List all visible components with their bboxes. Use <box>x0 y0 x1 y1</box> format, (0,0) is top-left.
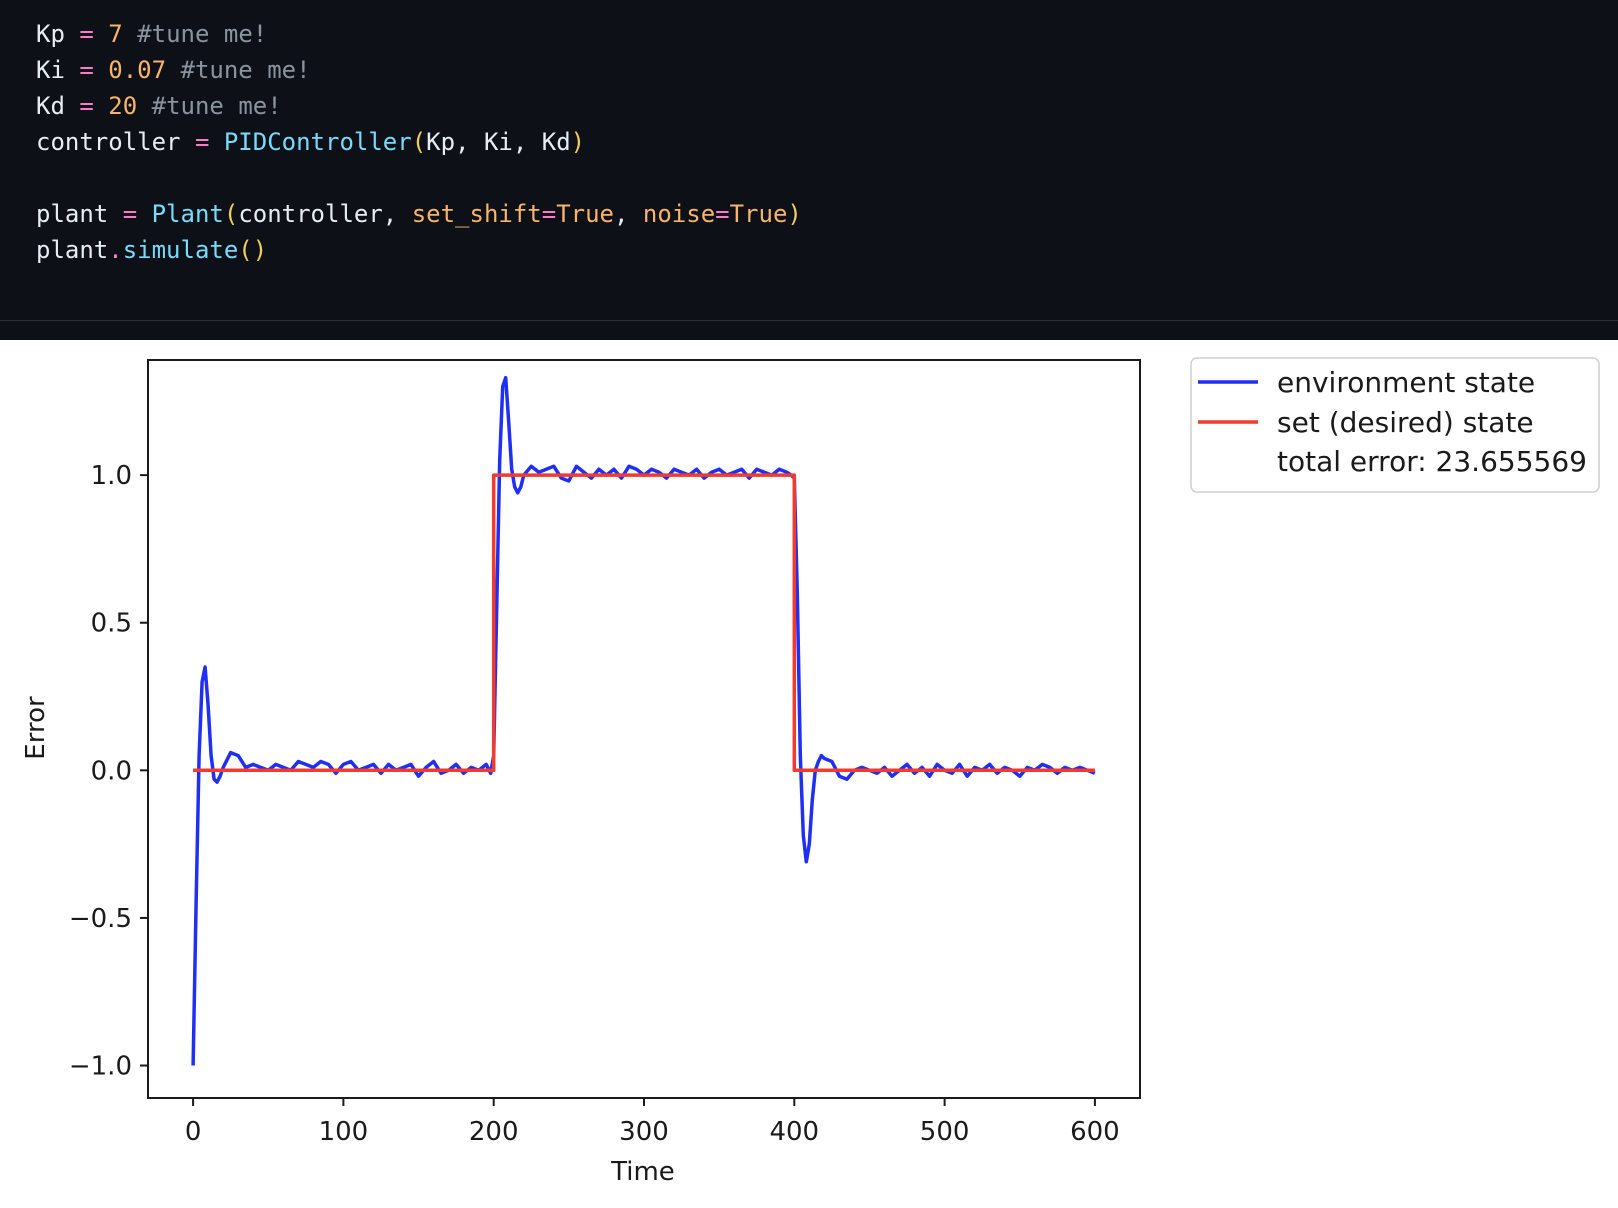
output-cell: 0 100 200 300 400 500 600 −1.0 −0.5 0.0 0.5 1.0 Ti… <box>0 340 1618 1208</box>
code-token: controller, <box>238 200 412 228</box>
code-block[interactable]: Kp = 7 #tune me! Ki = 0.07 #tune me! Kd = … <box>36 16 802 268</box>
code-token: = <box>64 20 109 48</box>
y-axis: −1.0 −0.5 0.0 0.5 1.0 <box>69 461 148 1082</box>
code-token: plant <box>36 200 109 228</box>
y-tick-label: 1.0 <box>91 461 132 491</box>
code-token: 20 <box>108 92 138 120</box>
code-token: ) <box>787 200 802 228</box>
plot: 0 100 200 300 400 500 600 −1.0 −0.5 0.0 0.5 1.0 Ti… <box>21 357 1600 1187</box>
code-token: = <box>541 200 557 228</box>
legend: environment state set (desired) state to… <box>1190 357 1600 493</box>
y-axis-title: Error <box>21 696 51 760</box>
x-tick-label: 200 <box>469 1117 519 1147</box>
code-line: plant.simulate() <box>36 232 802 268</box>
x-tick-label: 100 <box>319 1117 369 1147</box>
code-token: noise <box>642 200 716 228</box>
x-tick-label: 300 <box>619 1117 669 1147</box>
code-token: Kp <box>36 20 65 48</box>
code-token: simulate <box>122 236 239 264</box>
code-token: Kd <box>36 92 65 120</box>
code-token: #tune me! <box>122 20 268 48</box>
code-line: Kp = 7 #tune me! <box>36 16 802 52</box>
code-line: controller = PIDController(Kp, Ki, Kd) <box>36 124 802 160</box>
code-token: . <box>108 236 123 264</box>
y-tick-label: 0.5 <box>91 609 132 639</box>
code-token: 7 <box>108 20 123 48</box>
legend-total-error: total error: 23.655569 <box>1277 445 1587 478</box>
plot-area <box>147 359 1141 1099</box>
x-tick-label: 500 <box>920 1117 970 1147</box>
code-token: #tune me! <box>166 56 311 84</box>
code-token: True <box>729 200 788 228</box>
code-token: = <box>64 92 109 120</box>
code-line: Ki = 0.07 #tune me! <box>36 52 802 88</box>
code-token: Plant <box>151 200 224 228</box>
y-tick-label: 0.0 <box>91 756 132 786</box>
code-line: plant = Plant(controller, set_shift=True… <box>36 196 802 232</box>
code-token: set_shift <box>411 200 542 228</box>
code-token: True <box>556 200 614 228</box>
code-token: ( <box>411 128 427 156</box>
code-token: Kp, Ki, Kd <box>426 128 571 156</box>
code-token: PIDController <box>223 128 412 156</box>
code-token: 0.07 <box>108 56 167 84</box>
x-tick-label: 600 <box>1070 1117 1120 1147</box>
y-tick-label: −1.0 <box>69 1052 132 1082</box>
code-token: Ki <box>36 56 65 84</box>
code-token: #tune me! <box>137 92 282 120</box>
code-line: Kd = 20 #tune me! <box>36 88 802 124</box>
x-tick-label: 0 <box>185 1117 202 1147</box>
x-axis-title: Time <box>610 1157 675 1187</box>
code-token: = <box>108 200 152 228</box>
y-tick-label: −0.5 <box>69 904 132 934</box>
x-tick-label: 400 <box>769 1117 819 1147</box>
legend-label-environment: environment state <box>1277 366 1535 399</box>
code-token: , <box>614 200 643 228</box>
code-token: controller <box>36 128 181 156</box>
code-token: plant <box>36 236 109 264</box>
legend-label-setpoint: set (desired) state <box>1277 406 1534 439</box>
code-token: ( <box>223 200 239 228</box>
code-token: () <box>238 236 268 264</box>
code-cell[interactable]: Kp = 7 #tune me! Ki = 0.07 #tune me! Kd = … <box>0 0 1618 321</box>
x-axis: 0 100 200 300 400 500 600 <box>185 1098 1120 1147</box>
code-token: ) <box>570 128 586 156</box>
code-token: = <box>715 200 730 228</box>
code-token: = <box>64 56 109 84</box>
code-token: = <box>180 128 224 156</box>
